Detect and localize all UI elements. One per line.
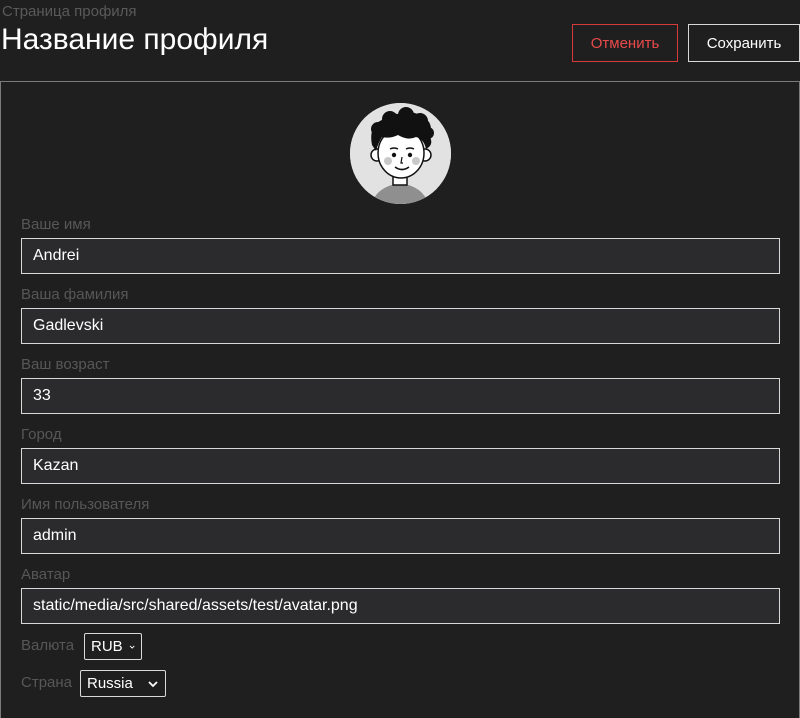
age-field[interactable]: 33 bbox=[21, 378, 780, 414]
avatar-illustration bbox=[350, 103, 451, 204]
currency-select[interactable]: RUB bbox=[84, 633, 142, 660]
username-label: Имя пользователя bbox=[21, 496, 150, 513]
country-label: Страна bbox=[21, 674, 73, 691]
currency-label: Валюта bbox=[21, 637, 75, 654]
avatar-url-label: Аватар bbox=[21, 566, 71, 583]
city-label: Город bbox=[21, 426, 62, 443]
cancel-button[interactable]: Отменить bbox=[572, 24, 678, 62]
first-name-label: Ваше имя bbox=[21, 216, 91, 233]
country-selected-value: Russia bbox=[87, 675, 133, 692]
chevron-down-icon bbox=[129, 645, 135, 649]
chevron-down-icon bbox=[148, 680, 158, 687]
page-title: Название профиля bbox=[1, 23, 269, 56]
username-field[interactable]: admin bbox=[21, 518, 780, 554]
page-subtitle: Страница профиля bbox=[2, 3, 137, 20]
currency-selected-value: RUB bbox=[91, 638, 123, 655]
save-button[interactable]: Сохранить bbox=[688, 24, 800, 62]
user-avatar-icon bbox=[350, 103, 451, 204]
profile-card: Ваше имя Andrei Ваша фамилия Gadlevski В… bbox=[0, 81, 800, 718]
country-select[interactable]: Russia bbox=[80, 670, 166, 697]
first-name-field[interactable]: Andrei bbox=[21, 238, 780, 274]
age-label: Ваш возраст bbox=[21, 356, 110, 373]
last-name-field[interactable]: Gadlevski bbox=[21, 308, 780, 344]
last-name-label: Ваша фамилия bbox=[21, 286, 129, 303]
avatar-url-field[interactable]: static/media/src/shared/assets/test/avat… bbox=[21, 588, 780, 624]
city-field[interactable]: Kazan bbox=[21, 448, 780, 484]
